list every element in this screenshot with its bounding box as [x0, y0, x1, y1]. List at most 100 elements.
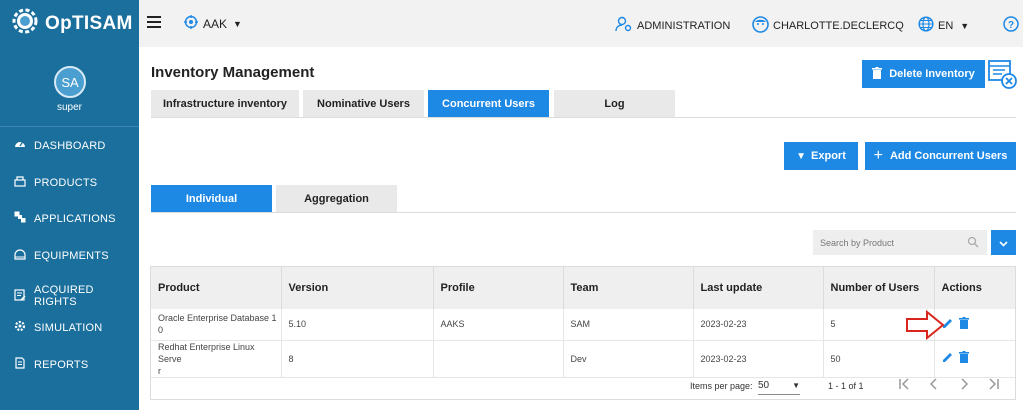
concurrent-users-table: Product Version Profile Team Last update… [150, 266, 1016, 400]
search-placeholder: Search by Product [820, 237, 895, 248]
avatar[interactable]: SA [54, 66, 86, 98]
column-header-product[interactable]: Product [151, 267, 282, 309]
language-selector[interactable]: EN ▼ [918, 16, 969, 35]
sidebar-item-products[interactable]: PRODUCTS [14, 175, 97, 190]
applications-icon [14, 211, 26, 226]
globe-icon [918, 16, 934, 35]
scope-label: AAK [203, 16, 228, 31]
next-page-icon[interactable] [957, 377, 971, 393]
tab-infrastructure-inventory[interactable]: Infrastructure inventory [151, 90, 299, 117]
paginator: Items per page: 50 ▼ 1 - 1 of 1 [151, 372, 1015, 400]
help-icon[interactable]: ? [1003, 16, 1019, 37]
subtab-individual[interactable]: Individual [151, 185, 272, 212]
sidebar-item-dashboard[interactable]: DASHBOARD [14, 138, 105, 153]
logo[interactable]: OpTISAM [0, 0, 139, 47]
sidebar-item-label: APPLICATIONS [34, 212, 116, 225]
user-menu[interactable]: CHARLOTTE.DECLERCQ [752, 16, 904, 36]
chevron-down-icon [999, 234, 1008, 252]
tab-concurrent-users[interactable]: Concurrent Users [428, 90, 549, 117]
sidebar-item-applications[interactable]: APPLICATIONS [14, 211, 116, 226]
filter-funnel-icon: ▼ [796, 150, 807, 162]
edit-pencil-icon[interactable] [942, 351, 954, 366]
user-label: CHARLOTTE.DECLERCQ [773, 20, 904, 32]
subtab-aggregation[interactable]: Aggregation [276, 185, 397, 212]
column-header-team[interactable]: Team [563, 267, 694, 309]
sidebar-item-label: REPORTS [34, 358, 89, 371]
table-row: Oracle Enterprise Database 1 0 5.10 AAKS… [151, 309, 1015, 341]
gear-logo-icon [10, 6, 40, 41]
cell-team: SAM [563, 309, 694, 341]
column-header-actions: Actions [934, 267, 1015, 309]
sidebar-item-label: DASHBOARD [34, 139, 106, 152]
chevron-down-icon: ▼ [792, 381, 800, 390]
language-label: EN [938, 19, 954, 32]
administration-menu[interactable]: ADMINISTRATION [615, 16, 730, 35]
page-range: 1 - 1 of 1 [828, 381, 864, 391]
administration-label: ADMINISTRATION [637, 19, 731, 32]
delete-inventory-label: Delete Inventory [889, 68, 975, 80]
plus-icon: + [873, 147, 883, 164]
sidebar-user-name: super [56, 102, 82, 113]
items-per-page-select[interactable]: 50 ▼ [758, 377, 800, 395]
export-button[interactable]: ▼ Export [784, 142, 858, 170]
chevron-down-icon: ▼ [960, 20, 970, 31]
admin-user-gear-icon [615, 16, 633, 35]
simulation-icon [14, 320, 26, 335]
svg-text:?: ? [1008, 20, 1014, 31]
cell-profile: AAKS [433, 309, 564, 341]
column-header-last-update[interactable]: Last update [693, 267, 824, 309]
tab-log[interactable]: Log [554, 90, 675, 117]
tabs-divider [151, 117, 1016, 118]
user-face-icon [752, 16, 769, 36]
reports-icon [14, 357, 26, 372]
sidebar-item-simulation[interactable]: SIMULATION [14, 320, 102, 335]
brand-name: OpTISAM [45, 12, 133, 34]
hamburger-menu-icon[interactable] [147, 15, 161, 33]
table-header-row: Product Version Profile Team Last update… [151, 267, 1015, 309]
cell-version: 5.10 [281, 309, 434, 341]
sidebar-item-label: EQUIPMENTS [34, 249, 109, 262]
sidebar-item-acquired-rights[interactable]: ACQUIRED RIGHTS [14, 284, 139, 308]
acquired-rights-icon [14, 288, 26, 304]
page-title: Inventory Management [151, 64, 315, 81]
column-header-version[interactable]: Version [281, 267, 434, 309]
column-header-profile[interactable]: Profile [433, 267, 564, 309]
items-per-page-value: 50 [758, 380, 770, 391]
sidebar: SA super DASHBOARD PRODUCTS APPLICATIONS… [0, 47, 139, 410]
search-dropdown-button[interactable] [991, 230, 1016, 255]
dashboard-icon [14, 138, 26, 153]
cell-actions [934, 309, 1015, 341]
trash-icon [872, 66, 883, 82]
top-bar: OpTISAM AAK ▼ ADMINISTRATION CHARLOTTE.D… [0, 0, 1023, 47]
sidebar-item-label: SIMULATION [34, 321, 103, 334]
sidebar-item-label: ACQUIRED RIGHTS [34, 284, 94, 308]
sidebar-item-label: PRODUCTS [34, 176, 98, 189]
chevron-down-icon: ▼ [233, 18, 242, 29]
search-icon [967, 236, 979, 250]
column-header-number-of-users[interactable]: Number of Users [823, 267, 935, 309]
first-page-icon[interactable] [897, 377, 911, 393]
last-page-icon[interactable] [987, 377, 1001, 393]
export-label: Export [811, 150, 846, 162]
previous-page-icon[interactable] [927, 377, 941, 393]
delete-inventory-button[interactable]: Delete Inventory [862, 60, 985, 88]
delete-trash-icon[interactable] [958, 351, 969, 366]
cell-last-update: 2023-02-23 [693, 309, 824, 341]
sidebar-item-equipments[interactable]: EQUIPMENTS [14, 248, 109, 263]
delete-trash-icon[interactable] [958, 316, 969, 332]
scope-icon [184, 15, 198, 32]
search-input[interactable]: Search by Product [813, 230, 987, 255]
add-concurrent-users-label: Add Concurrent Users [889, 150, 1008, 162]
subtabs-divider [151, 212, 1016, 213]
add-concurrent-users-button[interactable]: + Add Concurrent Users [865, 142, 1016, 170]
equipments-icon [14, 248, 26, 263]
products-icon [14, 175, 26, 190]
inventory-settings-icon[interactable] [988, 60, 1017, 94]
sidebar-item-reports[interactable]: REPORTS [14, 357, 88, 372]
scope-selector[interactable]: AAK ▼ [184, 15, 242, 32]
annotation-arrow-icon [905, 309, 945, 345]
items-per-page-label: Items per page: [690, 381, 753, 391]
tab-nominative-users[interactable]: Nominative Users [303, 90, 424, 117]
sidebar-divider [0, 126, 139, 127]
cell-product: Oracle Enterprise Database 1 0 [151, 309, 282, 341]
